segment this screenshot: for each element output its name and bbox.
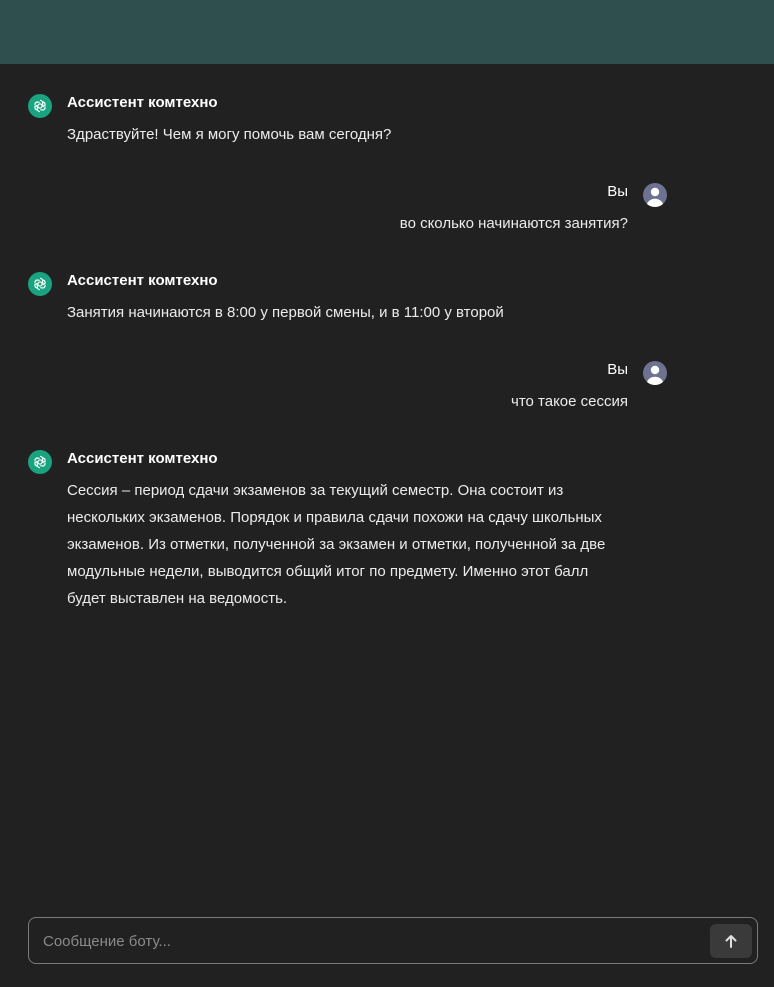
chat-area: Ассистент комтехно Здраствуйте! Чем я мо… [0, 64, 774, 904]
arrow-up-icon [725, 935, 737, 948]
message-bot: Ассистент комтехно Здраствуйте! Чем я мо… [28, 94, 608, 148]
user-avatar [643, 183, 667, 207]
message-composer [28, 917, 758, 965]
user-silhouette-icon [646, 187, 664, 207]
message-user: Вы что такое сессия [108, 361, 667, 415]
user-avatar [643, 361, 667, 385]
message-author: Ассистент комтехно [67, 94, 218, 111]
message-author: Ассистент комтехно [67, 272, 218, 289]
message-text: что такое сессия [511, 393, 628, 410]
message-text: во сколько начинаются занятия? [399, 215, 628, 232]
message-user: Вы во сколько начинаются занятия? [108, 183, 667, 237]
message-author: Вы [607, 361, 628, 378]
message-text: Занятия начинаются в 8:00 у первой смены… [67, 304, 504, 321]
user-silhouette-icon [646, 365, 664, 385]
bot-avatar [28, 450, 52, 474]
message-author: Ассистент комтехно [67, 450, 218, 467]
chat-app: Ассистент комтехно Здраствуйте! Чем я мо… [0, 0, 774, 987]
message-bot: Ассистент комтехно Занятия начинаются в … [28, 272, 608, 326]
openai-logo-icon [34, 455, 46, 469]
message-text: Сессия – период сдачи экзаменов за текущ… [67, 482, 606, 607]
openai-logo-icon [34, 99, 46, 113]
message-text: Здраствуйте! Чем я могу помочь вам сегод… [67, 126, 392, 143]
message-bot: Ассистент комтехно Сессия – период сдачи… [28, 450, 608, 612]
message-author: Вы [607, 183, 628, 200]
message-input[interactable] [41, 918, 705, 965]
bot-avatar [28, 94, 52, 118]
send-button[interactable] [710, 924, 752, 958]
openai-logo-icon [34, 277, 46, 291]
bot-avatar [28, 272, 52, 296]
top-bar [0, 0, 774, 64]
